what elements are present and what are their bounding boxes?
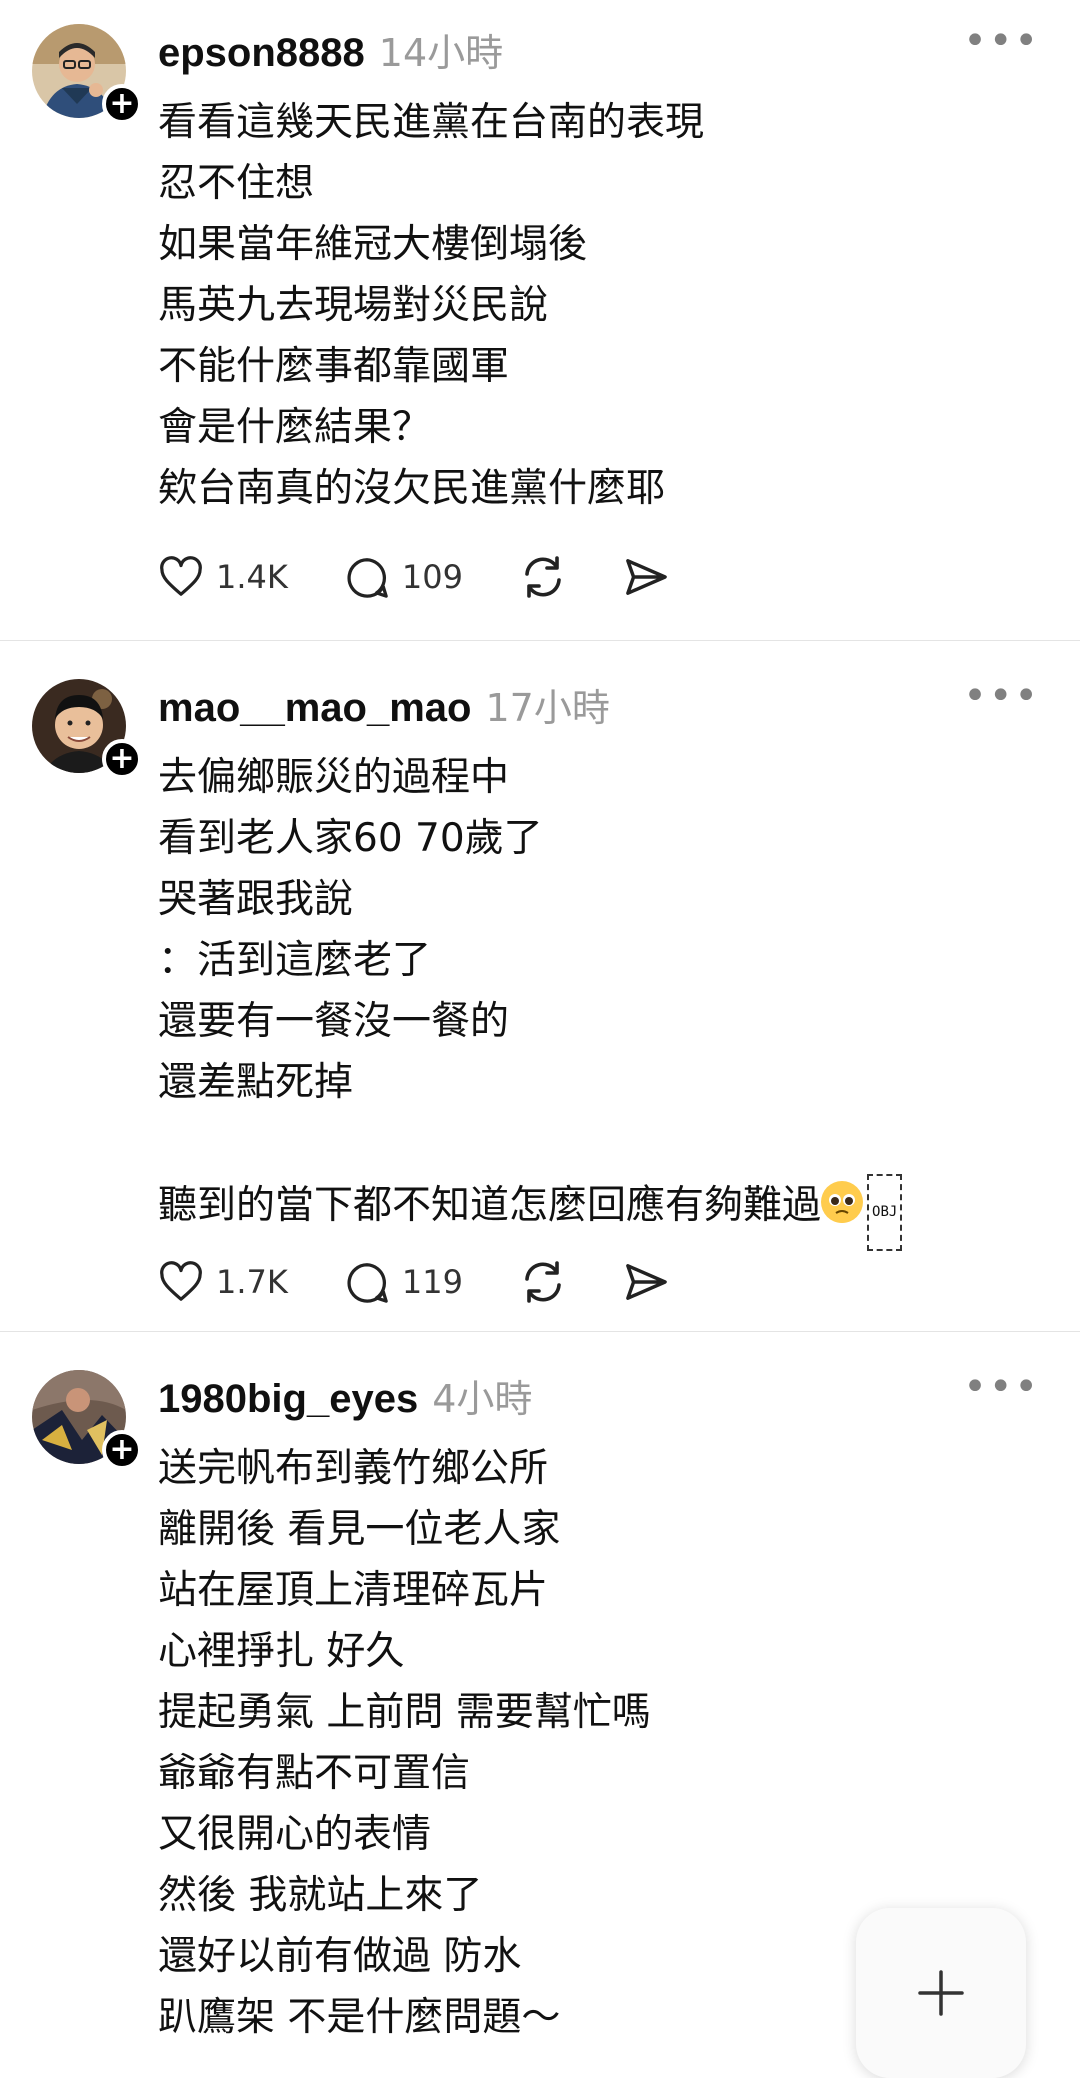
pleading-face-emoji-icon	[821, 1181, 864, 1223]
post-text-line: 又很開心的表情	[158, 1812, 432, 1857]
more-icon[interactable]: •••	[963, 1364, 1040, 1410]
plus-icon	[918, 1970, 964, 2016]
avatar[interactable]: +	[32, 679, 142, 779]
post-text-line: 還差點死掉	[158, 1060, 354, 1105]
action-bar: 1.7K 119	[158, 1259, 725, 1305]
avatar[interactable]: +	[32, 1370, 142, 1470]
post-text: 聽到的當下都不知道怎麼回應有夠難過	[158, 1183, 822, 1228]
post-body: 去偏鄉賑災的過程中 看到老人家60 70歲了 哭著跟我說 ：活到這麼老了 還要有…	[158, 747, 1040, 1251]
like-count: 1.4K	[216, 558, 288, 596]
post-text-line: ：活到這麼老了	[158, 938, 432, 983]
post-text-line: 忍不住想	[158, 161, 315, 206]
comment-count: 109	[401, 558, 463, 596]
like-button[interactable]: 1.7K	[158, 1261, 288, 1303]
post-text-line: 看到老人家60 70歲了	[158, 816, 543, 861]
follow-plus-icon[interactable]: +	[102, 1430, 142, 1470]
username[interactable]: epson8888	[158, 31, 365, 76]
post-text-line: 哭著跟我說	[158, 877, 354, 922]
repost-button[interactable]	[519, 554, 567, 600]
send-icon	[626, 559, 667, 595]
avatar[interactable]: +	[32, 24, 142, 124]
username[interactable]: mao__mao_mao	[158, 686, 471, 731]
comment-icon	[347, 558, 388, 598]
post: + mao__mao_mao 17小時 ••• 去偏鄉賑災的過程中 看到老人家6…	[0, 640, 1080, 1331]
new-post-button[interactable]	[856, 1908, 1026, 2078]
post-time: 17小時	[485, 686, 610, 730]
more-icon[interactable]: •••	[963, 673, 1040, 719]
post: + epson8888 14小時 ••• 看看這幾天民進黨在台南的表現 忍不住想…	[0, 0, 1080, 640]
post-text-line: 如果當年維冠大樓倒塌後	[158, 222, 588, 267]
comment-button[interactable]: 119	[344, 1260, 463, 1304]
post-text-line: 會是什麼結果？	[158, 405, 432, 450]
post-text-line: 提起勇氣 上前問 需要幫忙嗎	[158, 1690, 651, 1735]
post-time: 14小時	[378, 31, 504, 75]
post-text-line: 心裡掙扎 好久	[158, 1629, 405, 1674]
post-text-line: 不能什麼事都靠國軍	[158, 344, 510, 389]
like-count: 1.7K	[216, 1263, 288, 1301]
username[interactable]: 1980big_eyes	[158, 1377, 418, 1422]
post-body: 看看這幾天民進黨在台南的表現 忍不住想 如果當年維冠大樓倒塌後 馬英九去現場對災…	[158, 92, 1040, 519]
like-button[interactable]: 1.4K	[158, 556, 288, 598]
heart-icon	[160, 1261, 202, 1301]
comment-count: 119	[401, 1263, 463, 1301]
heart-icon	[160, 556, 202, 596]
more-icon[interactable]: •••	[963, 18, 1040, 64]
feed: + epson8888 14小時 ••• 看看這幾天民進黨在台南的表現 忍不住想…	[0, 0, 1080, 2062]
repost-icon	[525, 1261, 561, 1303]
post-text-line: 還要有一餐沒一餐的	[158, 999, 510, 1044]
post-time: 4小時	[432, 1377, 533, 1421]
comment-icon	[347, 1263, 388, 1303]
repost-icon	[525, 556, 561, 598]
post-text-line: 爺爺有點不可置信	[158, 1751, 471, 1796]
post-text-line: 站在屋頂上清理碎瓦片	[158, 1568, 549, 1613]
share-button[interactable]	[623, 556, 669, 598]
follow-plus-icon[interactable]: +	[102, 84, 142, 124]
post-text-line: 欸台南真的沒欠民進黨什麼耶	[158, 466, 666, 511]
repost-button[interactable]	[519, 1259, 567, 1305]
send-icon	[626, 1264, 667, 1300]
action-bar: 1.4K 109	[158, 554, 725, 600]
post-text-line: 看看這幾天民進黨在台南的表現	[158, 100, 705, 145]
follow-plus-icon[interactable]: +	[102, 739, 142, 779]
post-text-line: 馬英九去現場對災民說	[158, 283, 549, 328]
object-replacement-glyph: OBJ	[867, 1174, 903, 1251]
comment-button[interactable]: 109	[344, 555, 463, 599]
post-text-line: 去偏鄉賑災的過程中	[158, 755, 510, 800]
post-text-line: 送完帆布到義竹鄉公所	[158, 1446, 549, 1491]
post-text-line-with-emoji: 聽到的當下都不知道怎麼回應有夠難過 OBJ	[158, 1174, 1040, 1251]
share-button[interactable]	[623, 1261, 669, 1303]
post-text-line: 離開後 看見一位老人家	[158, 1507, 561, 1552]
